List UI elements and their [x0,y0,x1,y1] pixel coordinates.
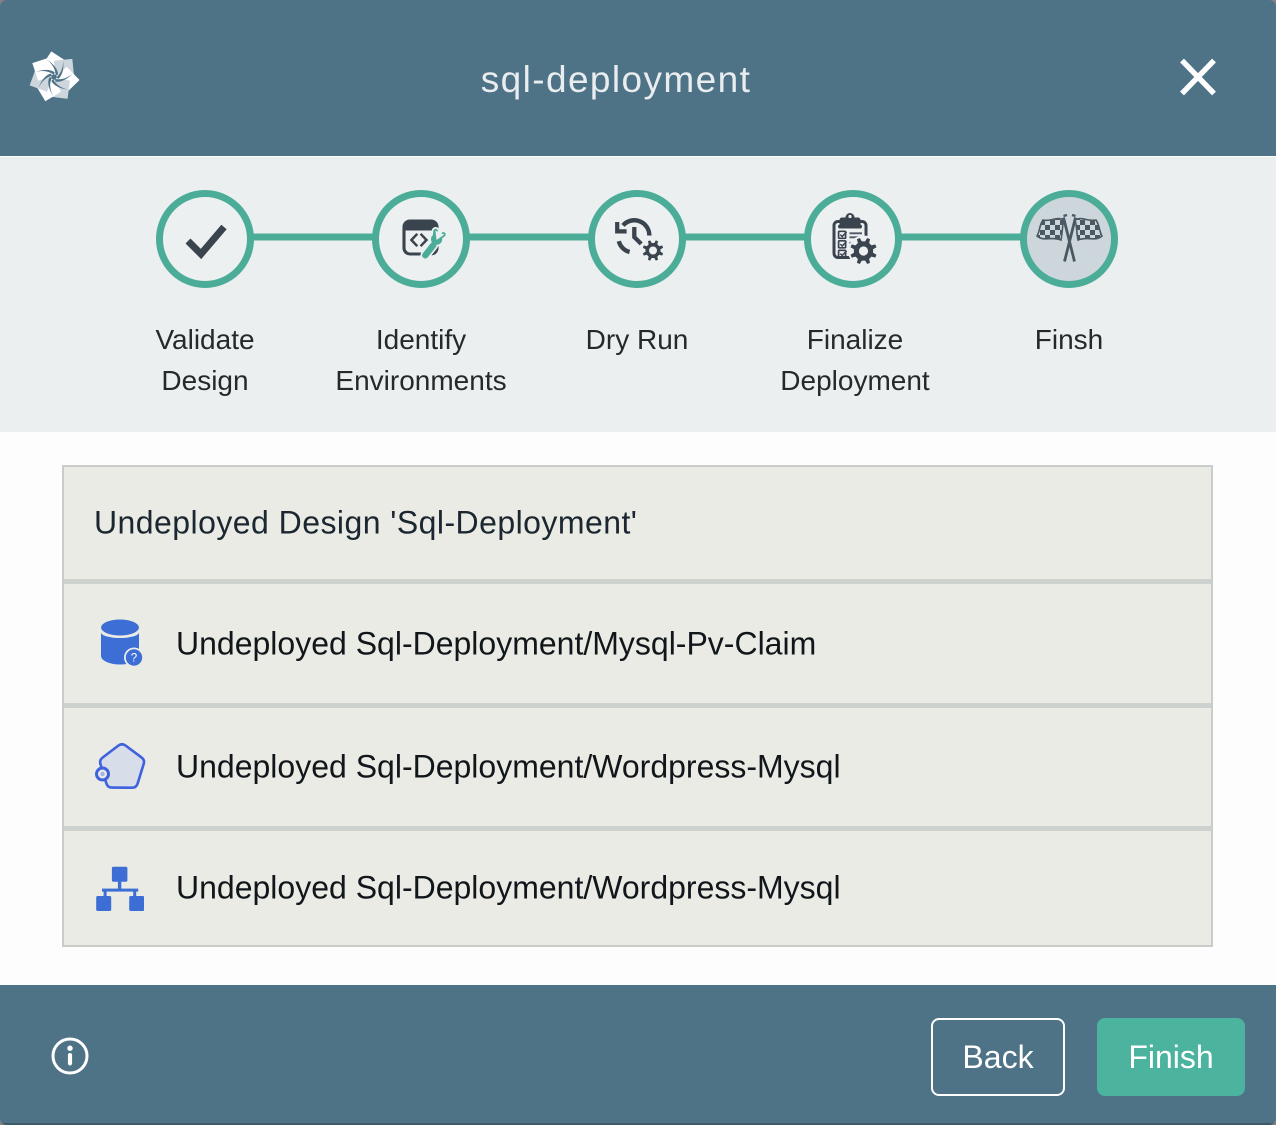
svg-text:?: ? [131,652,137,664]
